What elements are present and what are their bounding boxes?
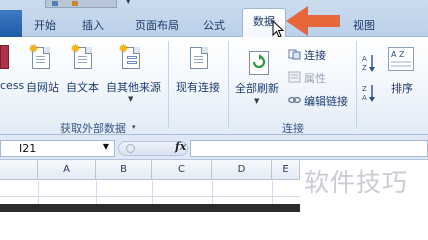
existing-connections-icon [190,47,208,69]
ribbon-tab-bar: ▾ 开始 插入 页面布局 公式 数据 视图 [0,0,428,38]
ribbon-separator [228,41,229,129]
from-other-sources-label: 自其他来源 [106,81,161,94]
svg-text:A: A [362,94,367,102]
tab-formulas[interactable]: 公式 [196,17,232,37]
name-box-dropdown-icon[interactable]: ▼ [103,142,109,151]
dropdown-caret-icon: ▼ [128,95,134,103]
group-launcher-icon[interactable]: ▾ [132,123,136,131]
tab-page-layout[interactable]: 页面布局 [126,17,188,37]
edit-links-icon [288,96,301,104]
sort-label: 排序 [391,82,413,95]
tab-home[interactable]: 开始 [28,17,62,37]
new-star-icon: ✹ [118,42,129,57]
column-header-a[interactable]: A [38,160,96,180]
insert-function-button[interactable]: fx [175,140,186,153]
formula-bar: I21 ▼ fx [0,135,428,160]
formula-input[interactable] [190,140,428,157]
callout-arrow-icon [286,6,340,36]
sort-descending-icon: Z A [362,85,375,102]
name-box[interactable]: I21 ▼ [0,140,115,157]
expand-icon[interactable] [126,144,135,153]
refresh-all-label: 全部刷新 [235,82,279,95]
access-icon [0,45,9,69]
sort-dialog-icon: A Z [388,47,414,71]
column-header-c[interactable]: C [152,160,212,180]
from-access-label: cess [0,79,25,92]
svg-text:Z: Z [362,64,367,72]
existing-connections-label: 现有连接 [176,81,220,94]
group-connections-label: 连接 [282,122,304,135]
connections-label: 连接 [304,49,326,62]
from-web-label: 自网站 [26,81,59,94]
svg-text:Z: Z [362,85,367,93]
dropdown-caret-icon: ▼ [254,97,260,105]
select-all-corner[interactable] [0,160,38,180]
ribbon-separator [356,41,357,129]
new-star-icon: ✹ [28,42,39,57]
sort-ascending-icon: A Z [362,55,375,72]
group-get-external-data-label: 获取外部数据 [60,122,126,135]
refresh-icon [249,51,269,75]
edit-links-label: 编辑链接 [304,95,348,108]
text-doc-icon: ✹ [70,43,92,69]
svg-text:A: A [362,55,367,63]
watermark-text: 软件技巧 [304,163,428,199]
file-tab[interactable] [0,10,22,37]
properties-icon [288,71,301,83]
other-sources-doc-icon: ✹ [118,43,140,69]
column-header-d[interactable]: D [212,160,272,180]
column-header-b[interactable]: B [96,160,152,180]
name-box-value: I21 [19,142,37,155]
connections-icon [288,49,301,60]
formula-controls: fx [118,140,188,156]
web-doc-icon: ✹ [28,43,50,69]
properties-label: 属性 [304,72,326,85]
mouse-cursor-icon [272,20,284,38]
table-row[interactable] [0,204,300,212]
column-header-e[interactable]: E [272,160,300,180]
undo-icon[interactable] [72,1,78,6]
save-icon[interactable] [52,1,58,6]
ribbon-separator [168,41,169,129]
qat-dropdown-icon[interactable]: ▾ [126,0,131,7]
tab-view[interactable]: 视图 [346,17,382,37]
from-text-label: 自文本 [66,81,99,94]
quick-access-toolbar[interactable]: ▾ [45,0,131,8]
tab-insert[interactable]: 插入 [76,17,110,37]
new-star-icon: ✹ [70,42,81,57]
ribbon-data-panel: cess ✹ 自网站 ✹ 自文本 ✹ 自其他来源 ▼ 现有连接 获取外部数据 ▾ [0,37,428,135]
